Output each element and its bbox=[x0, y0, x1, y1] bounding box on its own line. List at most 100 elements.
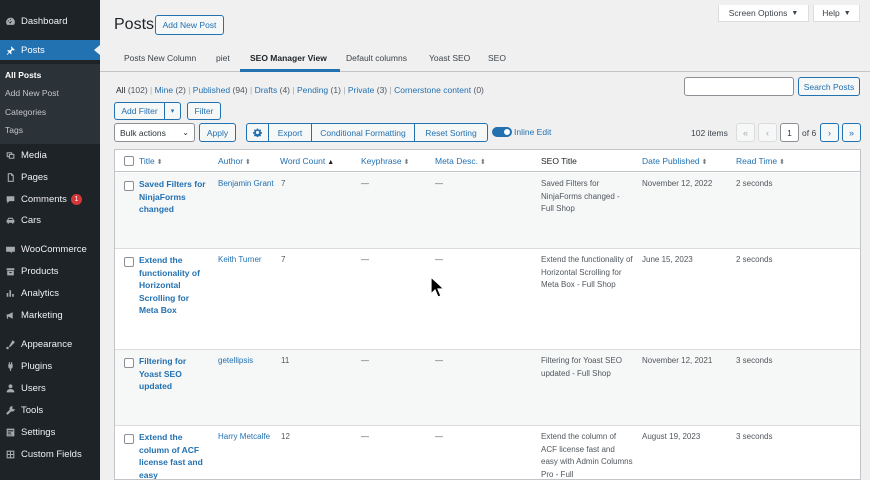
sidebar-item-woocommerce[interactable]: WooCommerce bbox=[0, 239, 100, 259]
filter-drafts[interactable]: Drafts (4) bbox=[255, 85, 290, 95]
sidebar-item-label: Marketing bbox=[21, 309, 63, 321]
search-posts-button[interactable]: Search Posts bbox=[798, 77, 860, 96]
sidebar-item-marketing[interactable]: Marketing bbox=[0, 305, 100, 325]
tab-default-columns[interactable]: Default columns bbox=[346, 53, 407, 63]
add-filter-button[interactable]: Add Filter bbox=[114, 102, 165, 120]
sidebar-item-cars[interactable]: Cars bbox=[0, 210, 100, 230]
screen-options-button[interactable]: Screen Options ▼ bbox=[718, 5, 809, 22]
sidebar-item-custom-fields[interactable]: Custom Fields bbox=[0, 444, 100, 464]
sidebar-item-appearance[interactable]: Appearance bbox=[0, 334, 100, 354]
sidebar-item-dashboard[interactable]: Dashboard bbox=[0, 11, 100, 31]
inline-edit-toggle[interactable] bbox=[492, 127, 512, 137]
column-keyphrase[interactable]: Keyphrase ⬍ bbox=[361, 156, 410, 166]
sidebar-item-users[interactable]: Users bbox=[0, 378, 100, 398]
caret-down-icon: ▼ bbox=[843, 9, 851, 17]
tab-piet[interactable]: piet bbox=[216, 53, 230, 63]
filter-cornerstone[interactable]: Cornerstone content (0) bbox=[394, 85, 484, 95]
row-checkbox[interactable] bbox=[124, 434, 134, 444]
author-link[interactable]: Harry Metcalfe bbox=[218, 431, 276, 444]
sidebar-item-analytics[interactable]: Analytics bbox=[0, 283, 100, 303]
submenu-add-new-post[interactable]: Add New Post bbox=[5, 88, 59, 98]
seo-title: Saved Filters for NinjaForms changed - F… bbox=[541, 179, 620, 213]
sidebar-item-label: Comments bbox=[21, 193, 67, 205]
tab-posts-new-column[interactable]: Posts New Column bbox=[124, 53, 196, 63]
row-checkbox[interactable] bbox=[124, 257, 134, 267]
author-link[interactable]: Keith Turner bbox=[218, 254, 276, 267]
column-meta-desc[interactable]: Meta Desc. ⬍ bbox=[435, 156, 486, 166]
column-read-time[interactable]: Read Time ⬍ bbox=[736, 156, 785, 166]
settings-icon bbox=[4, 426, 16, 438]
sidebar-item-label: Users bbox=[21, 382, 46, 394]
submenu-all-posts[interactable]: All Posts bbox=[5, 70, 41, 80]
column-date-published[interactable]: Date Published ⬍ bbox=[642, 156, 708, 166]
select-all-checkbox[interactable] bbox=[124, 156, 134, 166]
keyphrase: — bbox=[361, 255, 369, 264]
current-page-input[interactable]: 1 bbox=[780, 123, 799, 142]
seo-title: Extend the column of ACF license fast an… bbox=[541, 432, 633, 479]
post-title-link[interactable]: Extend the functionality of Horizontal S… bbox=[139, 254, 209, 317]
filter-pending[interactable]: Pending (1) bbox=[297, 85, 341, 95]
add-filter-dropdown[interactable]: ▾ bbox=[164, 102, 181, 120]
sidebar-item-media[interactable]: Media bbox=[0, 145, 100, 165]
sidebar-item-settings[interactable]: Settings bbox=[0, 422, 100, 442]
date-published: November 12, 2021 bbox=[642, 356, 713, 365]
sidebar-item-label: Plugins bbox=[21, 360, 53, 372]
row-checkbox[interactable] bbox=[124, 358, 134, 368]
sidebar-item-posts[interactable]: Posts bbox=[0, 40, 100, 60]
keyphrase: — bbox=[361, 432, 369, 441]
post-title-link[interactable]: Filtering for Yoast SEO updated bbox=[139, 355, 209, 393]
post-status-filters: All (102) | Mine (2) | Published (94) | … bbox=[116, 85, 484, 95]
author-link[interactable]: Benjamin Grant bbox=[218, 178, 276, 191]
first-page-button[interactable]: « bbox=[736, 123, 755, 142]
sidebar-item-products[interactable]: Products bbox=[0, 261, 100, 281]
filter-all[interactable]: All (102) bbox=[116, 85, 148, 95]
read-time: 2 seconds bbox=[736, 179, 773, 188]
help-label: Help bbox=[822, 8, 840, 18]
apply-button[interactable]: Apply bbox=[199, 123, 236, 142]
date-published: August 19, 2023 bbox=[642, 432, 701, 441]
marketing-icon bbox=[4, 309, 16, 321]
column-title[interactable]: Title ⬍ bbox=[139, 156, 163, 166]
post-title-link[interactable]: Extend the column of ACF license fast an… bbox=[139, 431, 209, 479]
date-published: June 15, 2023 bbox=[642, 255, 693, 264]
post-title-link[interactable]: Saved Filters for NinjaForms changed bbox=[139, 178, 209, 216]
filter-mine[interactable]: Mine (2) bbox=[155, 85, 186, 95]
author-link[interactable]: getellipsis bbox=[218, 355, 276, 368]
add-new-post-button[interactable]: Add New Post bbox=[155, 15, 224, 35]
screen-options-label: Screen Options bbox=[728, 8, 788, 18]
sidebar-item-pages[interactable]: Pages bbox=[0, 167, 100, 187]
caret-down-icon: ▼ bbox=[791, 9, 799, 17]
column-author[interactable]: Author ⬍ bbox=[218, 156, 251, 166]
caret-down-icon: ▾ bbox=[170, 108, 175, 115]
last-page-button[interactable]: » bbox=[842, 123, 861, 142]
sidebar-item-comments[interactable]: Comments 1 bbox=[0, 189, 100, 209]
sidebar-item-label: Products bbox=[21, 265, 59, 277]
row-checkbox[interactable] bbox=[124, 181, 134, 191]
conditional-formatting-button[interactable]: Conditional Formatting bbox=[311, 123, 415, 142]
sidebar-item-plugins[interactable]: Plugins bbox=[0, 356, 100, 376]
bulk-actions-select[interactable]: Bulk actions ⌄ bbox=[114, 123, 195, 142]
filter-private[interactable]: Private (3) bbox=[348, 85, 387, 95]
column-word-count[interactable]: Word Count ▲ bbox=[280, 156, 334, 166]
submenu-tags[interactable]: Tags bbox=[5, 125, 23, 135]
chevron-down-icon: ⌄ bbox=[182, 128, 189, 137]
woocommerce-icon bbox=[4, 243, 16, 255]
search-input[interactable] bbox=[684, 77, 794, 96]
help-button[interactable]: Help ▼ bbox=[813, 5, 860, 22]
sidebar-item-tools[interactable]: Tools bbox=[0, 400, 100, 420]
next-page-button[interactable]: › bbox=[820, 123, 839, 142]
submenu-categories[interactable]: Categories bbox=[5, 107, 46, 117]
admin-sidebar: Dashboard Posts All Posts Add New Post C… bbox=[0, 0, 100, 480]
posts-table: Title ⬍ Author ⬍ Word Count ▲ Keyphrase ⬍ Me… bbox=[114, 149, 861, 480]
tab-yoast-seo[interactable]: Yoast SEO bbox=[429, 53, 470, 63]
reset-sorting-button[interactable]: Reset Sorting bbox=[414, 123, 488, 142]
active-tab-indicator bbox=[240, 69, 340, 72]
filter-button[interactable]: Filter bbox=[187, 102, 221, 120]
bulk-actions-label: Bulk actions bbox=[120, 127, 166, 138]
tab-seo[interactable]: SEO bbox=[488, 53, 506, 63]
column-settings-button[interactable] bbox=[246, 123, 269, 142]
export-button[interactable]: Export bbox=[268, 123, 312, 142]
prev-page-button[interactable]: ‹ bbox=[758, 123, 777, 142]
tab-seo-manager-view[interactable]: SEO Manager View bbox=[250, 53, 327, 63]
filter-published[interactable]: Published (94) bbox=[193, 85, 248, 95]
